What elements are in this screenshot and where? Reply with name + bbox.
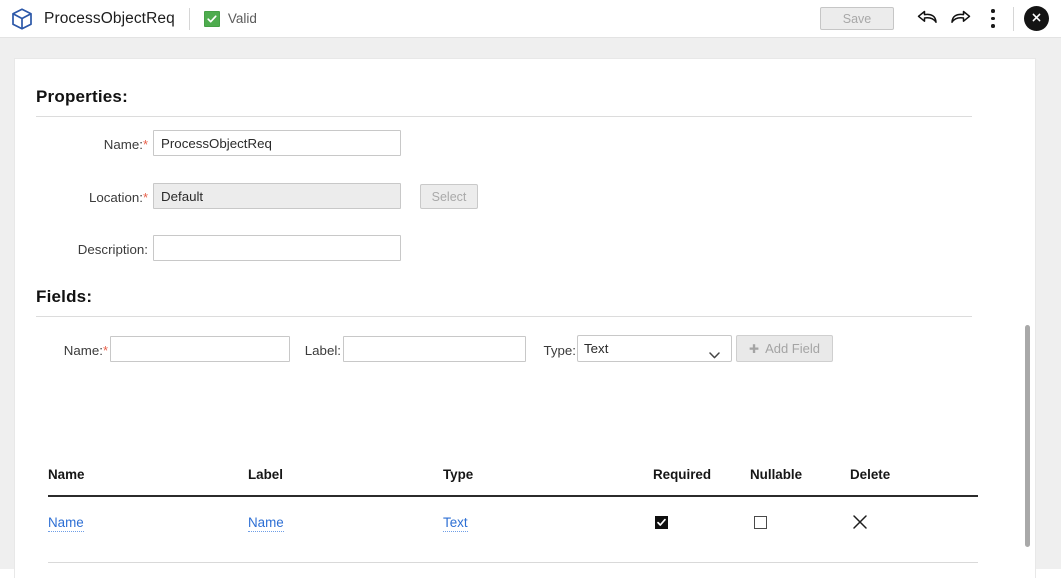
column-header-delete: Delete <box>850 467 891 482</box>
column-header-required: Required <box>653 467 712 482</box>
new-field-name-label: Name:* <box>63 343 108 358</box>
properties-divider <box>36 116 972 117</box>
column-header-type: Type <box>443 467 474 482</box>
fields-table: Name Label Type Required Nullable Delete… <box>48 467 978 578</box>
new-field-label-input[interactable] <box>343 336 526 362</box>
table-header-underline <box>48 495 978 497</box>
location-select-button[interactable]: Select <box>420 184 478 209</box>
undo-button[interactable] <box>912 4 942 34</box>
new-field-type-label: Type: <box>543 343 576 358</box>
row-type-link[interactable]: Text <box>443 515 468 532</box>
x-icon <box>851 515 869 535</box>
location-input[interactable] <box>153 183 401 209</box>
location-field-label: Location:* <box>88 190 148 205</box>
more-options-button[interactable] <box>982 4 1004 34</box>
vertical-scrollbar[interactable] <box>1021 59 1035 578</box>
description-input[interactable] <box>153 235 401 261</box>
app-toolbar-left: ProcessObjectReq Valid <box>0 6 257 32</box>
row-delete-button[interactable] <box>851 513 869 531</box>
app-title: ProcessObjectReq <box>44 9 175 27</box>
app-toolbar-right: Save <box>820 0 1061 37</box>
row-label-link[interactable]: Name <box>248 515 284 532</box>
redo-button[interactable] <box>946 4 976 34</box>
fields-divider <box>36 316 972 317</box>
column-header-name: Name <box>48 467 85 482</box>
undo-arrow-icon <box>915 7 939 30</box>
fields-heading: Fields: <box>36 287 93 306</box>
table-row: Name Name Text <box>48 515 978 571</box>
properties-heading: Properties: <box>36 87 128 106</box>
column-header-label: Label <box>248 467 283 482</box>
column-header-nullable: Nullable <box>750 467 803 482</box>
cube-icon <box>9 6 35 32</box>
status-badge: Valid <box>203 10 257 27</box>
editor-card: Properties: Name:* Location:* Select Des… <box>14 58 1036 578</box>
row-nullable-checkbox[interactable] <box>754 516 767 529</box>
row-name-link[interactable]: Name <box>48 515 84 532</box>
description-field-label: Description: <box>77 242 148 257</box>
vertical-scrollbar-thumb[interactable] <box>1025 325 1030 547</box>
new-field-label-label: Label: <box>304 343 341 358</box>
check-icon <box>203 10 220 27</box>
table-row-divider <box>48 562 978 563</box>
save-button[interactable]: Save <box>820 7 894 30</box>
row-required-checkbox[interactable] <box>655 516 668 529</box>
more-vertical-icon <box>991 9 995 28</box>
close-icon <box>1030 11 1043 27</box>
table-header-row: Name Label Type Required Nullable Delete <box>48 467 978 497</box>
toolbar-divider <box>188 7 190 30</box>
add-field-button[interactable]: ✚ Add Field <box>736 335 833 362</box>
app-toolbar: ProcessObjectReq Valid Save <box>0 0 1061 38</box>
status-badge-label: Valid <box>227 11 257 26</box>
plus-icon: ✚ <box>749 341 760 356</box>
redo-arrow-icon <box>949 7 973 30</box>
name-input[interactable] <box>153 130 401 156</box>
toolbar-divider-2 <box>1013 6 1014 31</box>
new-field-name-input[interactable] <box>110 336 290 362</box>
close-button[interactable] <box>1024 6 1049 31</box>
new-field-type-select[interactable]: TextNumberBooleanDateObject <box>577 335 732 362</box>
name-field-label: Name:* <box>103 137 148 152</box>
